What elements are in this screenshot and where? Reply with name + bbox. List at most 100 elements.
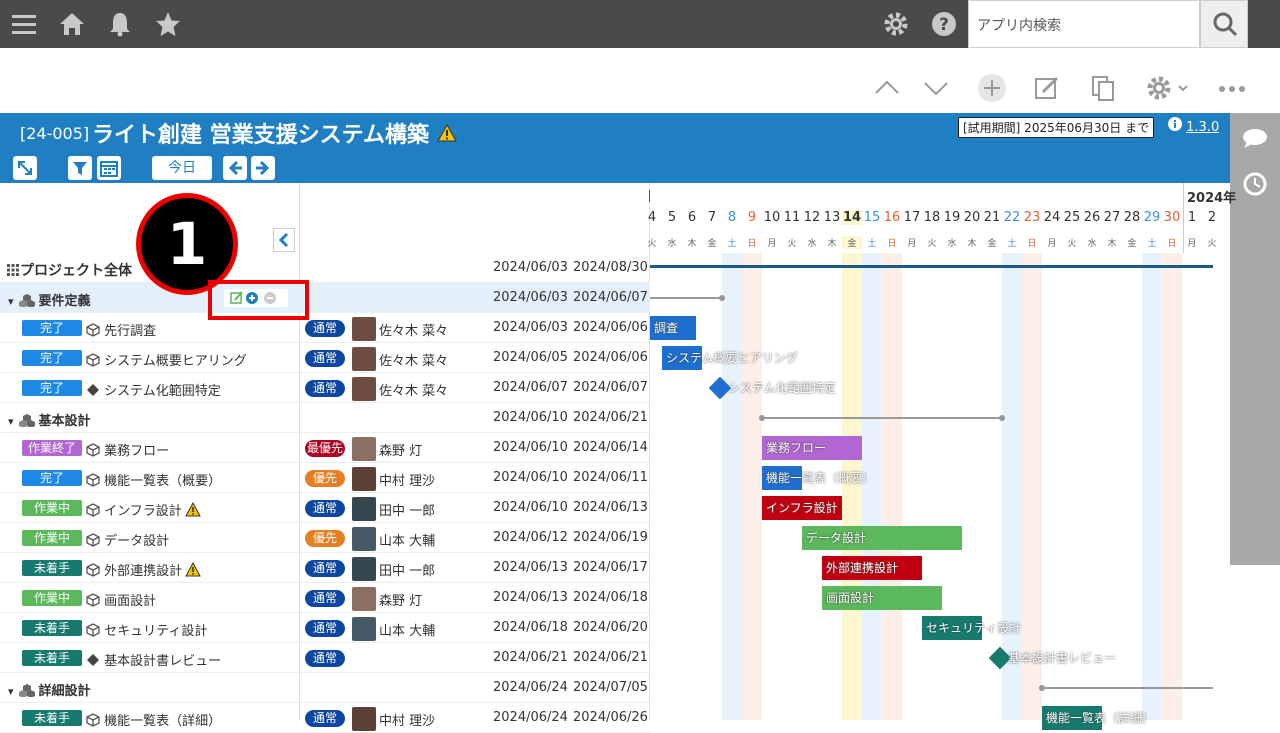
menu-icon[interactable] [10,10,38,38]
task-label[interactable]: 先行調査 [86,320,156,339]
task-row[interactable]: 作業中 データ設計 優先 山本 大輔 2024/06/12 2024/06/19 [0,523,650,553]
calendar-button[interactable] [97,156,121,180]
settings-menu-icon[interactable] [1144,73,1190,103]
task-row[interactable]: 完了 機能一覧表（概要） 優先 中村 理沙 2024/06/10 2024/06/11 [0,463,650,493]
task-label[interactable]: インフラ設計 [86,500,201,519]
task-row[interactable]: 作業中 インフラ設計 通常 田中 一郎 2024/06/10 2024/06/13 [0,493,650,523]
today-button[interactable]: 今日 [152,156,212,180]
group-label: ▾ 詳細設計 [8,680,91,699]
day-label: 6 [687,210,697,225]
more-icon[interactable] [1217,73,1247,103]
day-label: 12 [803,210,821,225]
gantt-bar[interactable]: データ設計 [802,526,962,550]
priority-badge: 通常 [305,380,345,397]
priority-badge: 優先 [305,530,345,547]
task-label[interactable]: データ設計 [86,530,169,549]
project-row[interactable]: プロジェクト全体 2024/06/03 2024/08/30 [0,253,650,283]
gantt-bar[interactable]: セキュリティ設計 [922,616,1021,640]
assignee-name: 森野 灯 [379,444,423,459]
avatar [352,317,376,341]
start-date: 2024/06/18 [493,620,568,635]
day-column-shade [842,253,862,720]
prev-button[interactable] [223,156,247,180]
gear-icon[interactable] [882,10,910,38]
filter-button[interactable] [68,156,92,180]
weekday-label: 水 [807,239,817,249]
task-row[interactable]: 未着手 機能一覧表（詳細） 通常 中村 理沙 2024/06/24 2024/06/26 [0,703,650,733]
task-cube-icon [86,593,100,607]
search-input[interactable]: アプリ内検索 [968,0,1200,48]
task-row[interactable]: 未着手 外部連携設計 通常 田中 一郎 2024/06/13 2024/06/17 [0,553,650,583]
gantt-bar[interactable]: 機能一覧表（詳細） [1042,706,1154,730]
task-label[interactable]: 画面設計 [86,590,156,609]
gantt-bar[interactable]: 機能一覧表（概要） [762,466,874,490]
day-label: 24 [1043,210,1061,225]
group-cubes-icon [18,414,35,428]
collapse-panel-button[interactable] [273,228,295,252]
day-column-shade [1142,253,1162,720]
task-row[interactable]: 作業中 画面設計 通常 森野 灯 2024/06/13 2024/06/18 [0,583,650,613]
trial-period-badge: [試用期間] 2025年06月30日 まで [958,117,1155,138]
home-icon[interactable] [58,10,86,38]
task-row[interactable]: 未着手 セキュリティ設計 通常 山本 大輔 2024/06/18 2024/06/20 [0,613,650,643]
star-icon[interactable] [154,10,182,38]
day-label: 22 [1003,210,1021,225]
task-label[interactable]: システム概要ヒアリング [86,350,247,369]
bell-icon[interactable] [106,10,134,38]
gantt-bar[interactable]: 外部連携設計 [822,556,922,580]
warning-icon [185,561,201,577]
task-label[interactable]: システム化範囲特定 [86,380,221,399]
start-date: 2024/06/24 [493,710,568,725]
expand-button[interactable] [13,156,37,180]
caret-down-icon[interactable]: ▾ [8,415,14,428]
comment-icon[interactable] [1243,129,1267,148]
day-column-shade [722,253,742,720]
search-button[interactable] [1200,0,1248,48]
task-label[interactable]: 基本設計書レビュー [86,650,221,669]
chevron-down-icon[interactable] [921,73,951,103]
task-row[interactable]: 作業終了 業務フロー 最優先 森野 灯 2024/06/10 2024/06/14 [0,433,650,463]
task-row[interactable]: 完了 システム概要ヒアリング 通常 佐々木 菜々 2024/06/05 2024/06/… [0,343,650,373]
version-link[interactable]: 1.3.0 [1168,117,1219,135]
day-label: 28 [1123,210,1141,225]
task-label[interactable]: 業務フロー [86,440,169,459]
task-name: 業務フロー [100,444,170,459]
gantt-bar[interactable]: 画面設計 [822,586,942,610]
task-row[interactable]: 未着手 基本設計書レビュー 通常 2024/06/21 2024/06/21 [0,643,650,673]
task-cube-icon [86,323,100,337]
priority-badge: 通常 [305,560,345,577]
milestone-icon [87,384,99,396]
edit-icon[interactable] [1032,73,1062,103]
group-row[interactable]: ▾ 基本設計 2024/06/10 2024/06/21 [0,403,650,433]
start-date: 2024/06/13 [493,560,568,575]
status-badge: 完了 [22,320,82,336]
task-name: 機能一覧表（詳細） [100,714,222,729]
task-label[interactable]: セキュリティ設計 [86,620,207,639]
group-row[interactable]: ▾ 要件定義 2024/06/03 2024/06/07 [0,283,650,313]
gantt-bar[interactable]: インフラ設計 [762,496,842,520]
copy-icon[interactable] [1088,73,1118,103]
task-label[interactable]: 外部連携設計 [86,560,201,579]
add-icon[interactable] [977,73,1007,103]
end-date: 2024/06/21 [573,410,648,425]
help-icon[interactable]: ? [930,10,958,38]
gantt-bar[interactable]: 業務フロー [762,436,862,460]
task-row[interactable]: 完了 先行調査 通常 佐々木 菜々 2024/06/03 2024/06/06 [0,313,650,343]
task-label[interactable]: 機能一覧表（概要） [86,470,221,489]
summary-endpoint [999,415,1005,421]
caret-down-icon[interactable]: ▾ [8,685,14,698]
group-name: 詳細設計 [38,684,91,699]
status-badge: 完了 [22,350,82,366]
start-date: 2024/06/21 [493,650,568,665]
history-icon[interactable] [1243,172,1267,196]
group-row[interactable]: ▾ 詳細設計 2024/06/24 2024/07/05 [0,673,650,703]
weekday-label: 土 [867,239,877,249]
caret-down-icon[interactable]: ▾ [8,295,14,308]
task-row[interactable]: 完了 システム化範囲特定 通常 佐々木 菜々 2024/06/07 2024/06/07 [0,373,650,403]
next-button[interactable] [251,156,275,180]
day-label: 11 [783,210,801,225]
gantt-bar[interactable]: システム概要ヒアリング [662,346,798,370]
chevron-up-icon[interactable] [872,73,902,103]
day-column-shade [1162,253,1182,720]
gantt-bar[interactable]: 調査 [650,316,696,340]
